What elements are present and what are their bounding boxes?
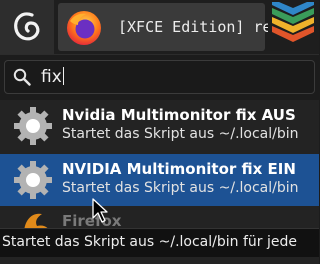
debian-menu-icon[interactable] xyxy=(0,0,54,54)
result-title: Nvidia Multimonitor fix AUS xyxy=(62,106,296,124)
top-panel: [XFCE Edition] re... xyxy=(0,0,319,55)
search-field[interactable]: fix xyxy=(4,60,315,94)
taskbar-firefox-window[interactable]: [XFCE Edition] re... xyxy=(58,3,268,51)
search-query-text: fix xyxy=(41,67,62,87)
text-caret xyxy=(62,67,64,85)
mouse-pointer-icon xyxy=(92,198,108,223)
firefox-icon xyxy=(67,11,101,45)
gear-icon xyxy=(14,107,52,145)
result-description: Startet das Skript aus ~/.local/bin xyxy=(62,180,299,196)
result-title: NVIDIA Multimonitor fix EIN xyxy=(62,160,296,178)
result-description: Startet das Skript aus ~/.local/bin xyxy=(62,126,299,142)
tooltip: Startet das Skript aus ~/.local/bin für … xyxy=(0,228,319,257)
list-item-nvidia-fix-ein[interactable]: NVIDIA Multimonitor fix EIN Startet das … xyxy=(0,154,319,206)
search-icon xyxy=(13,68,31,86)
search-input[interactable]: fix xyxy=(41,61,64,93)
debian-swirl-icon xyxy=(14,12,40,41)
gear-icon xyxy=(14,161,52,199)
layers-stack-icon[interactable] xyxy=(268,2,318,52)
tooltip-text: Startet das Skript aus ~/.local/bin für … xyxy=(2,234,297,250)
taskbar-window-title: [XFCE Edition] re... xyxy=(118,18,268,36)
list-item-nvidia-fix-aus[interactable]: Nvidia Multimonitor fix AUS Startet das … xyxy=(0,100,319,152)
